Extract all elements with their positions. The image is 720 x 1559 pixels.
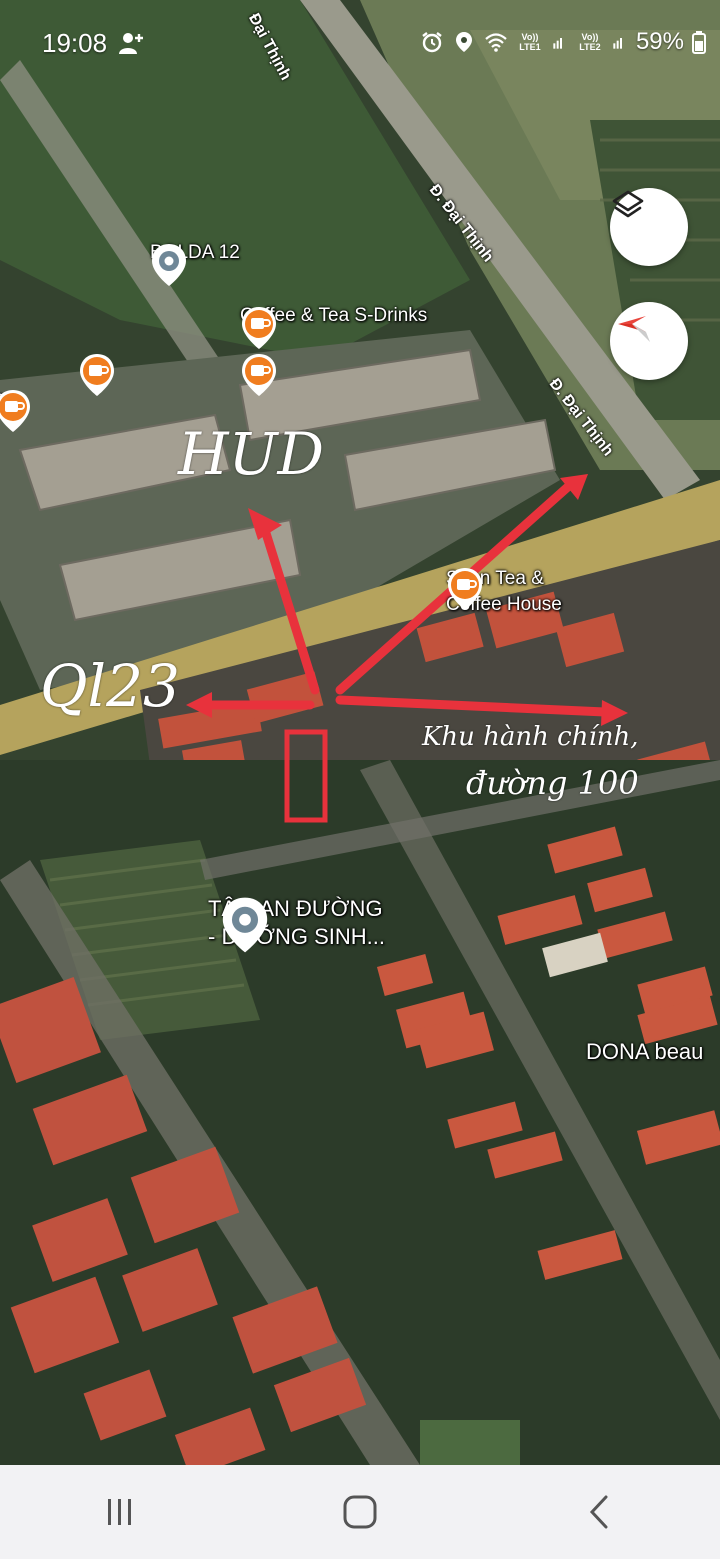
poi-coffee-tea-s-drinks[interactable]: Coffee & Tea S-Drinks (240, 305, 427, 349)
home-icon (343, 1495, 377, 1529)
poi-bqlda-12[interactable]: BQLDA 12 (150, 242, 240, 286)
recent-apps-button[interactable] (85, 1482, 155, 1542)
poi-tam-an-duong[interactable]: TÂM AN ĐƯỜNG - DƯỠNG SINH... (208, 895, 385, 953)
location-icon (455, 32, 472, 52)
annotation-admin-line2: đường 100 (466, 764, 639, 802)
navigation-bar (0, 1465, 720, 1559)
alarm-icon (422, 32, 442, 53)
back-button[interactable] (565, 1482, 635, 1542)
signal-icon (553, 38, 562, 49)
coffee-icon (242, 307, 276, 349)
battery-percent: 59% (635, 28, 684, 55)
compass-button[interactable] (610, 302, 688, 380)
compass-icon (618, 316, 650, 342)
clock: 19:08 (42, 28, 108, 58)
place-pin-icon (222, 897, 268, 953)
wifi-icon (485, 33, 507, 52)
coffee-icon[interactable] (78, 352, 116, 398)
network-indicator-1: Vo)) LTE1 (519, 32, 541, 52)
status-bar: 19:08 Vo)) LTE1 Vo)) LTE2 59% (0, 0, 720, 84)
satellite-map[interactable]: Đại Thịnh Đ. Đại Thịnh Đ. Đại Thịnh BQLD… (0, 0, 720, 1465)
poi-dona-beauty[interactable]: DONA beau (586, 1038, 703, 1066)
network-indicator-2: Vo)) LTE2 (579, 32, 601, 52)
back-icon (589, 1495, 608, 1529)
coffee-icon[interactable] (240, 352, 278, 398)
poi-label: DONA beau (586, 1039, 704, 1064)
annotation-ql23: Ql23 (40, 652, 180, 720)
annotation-hud: HUD (178, 420, 324, 488)
poi-edge-coffee[interactable]: e (0, 388, 30, 432)
poi-shan-tea-coffee-house[interactable]: Shan Tea & Coffee House (446, 566, 562, 618)
coffee-icon (0, 390, 30, 432)
recents-icon (108, 1499, 131, 1525)
person-add-icon (119, 33, 143, 54)
home-button[interactable] (325, 1482, 395, 1542)
signal-icon (613, 38, 622, 49)
coffee-icon (448, 568, 482, 610)
layers-icon (612, 190, 644, 218)
annotation-admin-line1: Khu hành chính, (422, 722, 639, 752)
place-pin-icon (152, 244, 186, 286)
layers-button[interactable] (610, 188, 688, 266)
battery-icon (692, 31, 706, 54)
